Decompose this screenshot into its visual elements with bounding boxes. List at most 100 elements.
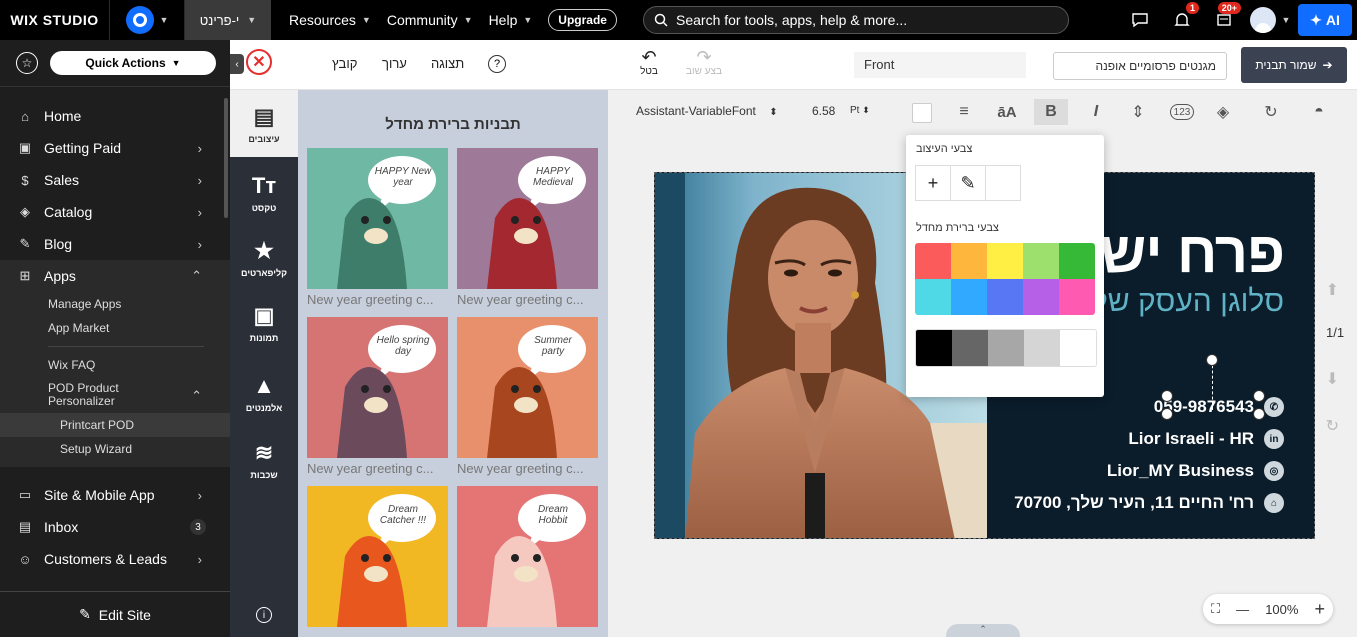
fit-screen-icon[interactable]: ⛶ [1211, 601, 1220, 617]
rotate-button[interactable]: ↻ [1260, 101, 1282, 123]
close-editor-button[interactable]: ✕ [246, 49, 272, 75]
card-linkedin[interactable]: Lior Israeli - HR in [1128, 429, 1284, 449]
nav-help[interactable]: Help ▼ [481, 12, 541, 28]
bottom-drawer-handle[interactable]: ⌃ [946, 624, 1020, 637]
sidebar-item-home[interactable]: ⌂ Home [0, 100, 230, 132]
grey-swatch[interactable] [916, 330, 952, 366]
eyedropper-button[interactable]: ✎ [950, 165, 986, 201]
color-swatch[interactable] [1059, 279, 1095, 315]
chat-button[interactable] [1119, 0, 1161, 40]
updates-button[interactable]: 20+ [1203, 0, 1245, 40]
menu-view[interactable]: תצוגה [431, 56, 464, 71]
resize-handle[interactable] [1253, 390, 1265, 402]
design-color-swatch[interactable] [985, 165, 1021, 201]
account-menu[interactable]: ▼ [1245, 0, 1295, 40]
text-color-swatch[interactable] [912, 103, 932, 123]
italic-button[interactable]: I [1085, 101, 1107, 123]
collapse-sidebar-button[interactable]: ‹ [230, 54, 244, 74]
grey-swatch[interactable] [1024, 330, 1060, 366]
template-thumbnail[interactable]: Summer party [457, 317, 598, 458]
undo-button[interactable]: ↶ בטל [629, 48, 669, 77]
quick-actions-button[interactable]: Quick Actions ▼ [50, 51, 216, 75]
star-icon[interactable]: ☆ [16, 52, 38, 74]
nav-resources[interactable]: Resources ▼ [281, 12, 379, 28]
zoom-in-button[interactable]: + [1314, 599, 1325, 620]
resize-handle[interactable] [1161, 390, 1173, 402]
wix-studio-logo[interactable]: WIX STUDIO [0, 0, 110, 40]
help-button[interactable]: ? [488, 55, 506, 73]
sidebar-item-site-mobile[interactable]: ▭ Site & Mobile App › [0, 479, 230, 511]
edit-site-button[interactable]: ✎ Edit Site [0, 591, 230, 637]
refresh-button[interactable]: ↻ [1326, 416, 1339, 436]
color-swatch[interactable] [915, 243, 951, 279]
font-size-input[interactable]: 6.58 [812, 104, 835, 118]
rotate-handle[interactable] [1206, 354, 1218, 366]
resize-handle[interactable] [1253, 408, 1265, 420]
tool-cliparts[interactable]: ★ קליפארטים [230, 238, 298, 278]
ai-button[interactable]: ✦ AI [1298, 4, 1352, 36]
product-name-field[interactable]: מגנטים פרסומיים אופנה [1053, 52, 1227, 80]
sidebar-sub-app-market[interactable]: App Market [0, 316, 230, 340]
sidebar-item-catalog[interactable]: ◈ Catalog › [0, 196, 230, 228]
sidebar-item-sales[interactable]: $ Sales › [0, 164, 230, 196]
grey-swatch[interactable] [988, 330, 1024, 366]
tool-layers[interactable]: ≋ שכבות [230, 440, 298, 480]
tool-elements[interactable]: ▲ אלמנטים [230, 373, 298, 413]
site-name-dropdown[interactable]: י-פרינט ▼ [185, 0, 271, 40]
zoom-out-button[interactable]: — [1236, 602, 1249, 617]
info-icon[interactable]: i [256, 607, 272, 623]
bold-button[interactable]: B [1034, 99, 1068, 125]
sidebar-sub-printcart[interactable]: Printcart POD [0, 413, 230, 437]
sidebar-sub-pod[interactable]: POD Product Personalizer ⌃ [0, 377, 230, 413]
color-swatch[interactable] [951, 243, 987, 279]
template-thumbnail[interactable]: HAPPY Medieval [457, 148, 598, 289]
template-thumbnail[interactable]: HAPPY New year [307, 148, 448, 289]
sidebar-item-customers[interactable]: ☺ Customers & Leads › [0, 543, 230, 575]
page-down-button[interactable]: ⬇ [1326, 369, 1339, 389]
color-swatch[interactable] [915, 279, 951, 315]
fill-button[interactable]: ◈ [1212, 101, 1234, 123]
line-height-button[interactable]: ⇕ [1127, 101, 1149, 123]
nav-community[interactable]: Community ▼ [379, 12, 481, 28]
resize-handle[interactable] [1161, 408, 1173, 420]
text-case-button[interactable]: āA [996, 101, 1018, 123]
save-template-button[interactable]: שמור תבנית ➔ [1241, 47, 1347, 83]
upgrade-button[interactable]: Upgrade [548, 9, 617, 31]
card-address[interactable]: רח' החיים 11, העיר שלך, 70700 ⌂ [1014, 493, 1284, 513]
tool-images[interactable]: ▣ תמונות [230, 303, 298, 343]
tool-text[interactable]: Tт טקסט [230, 173, 298, 213]
side-selector[interactable]: Front [854, 52, 1026, 78]
sidebar-item-apps[interactable]: ⊞ Apps ⌃ [0, 260, 230, 292]
add-color-button[interactable]: + [915, 165, 951, 201]
sidebar-scrollbar[interactable] [224, 98, 228, 218]
font-unit-selector[interactable]: Pt ⬍ [850, 105, 870, 116]
sidebar-sub-manage-apps[interactable]: Manage Apps [0, 292, 230, 316]
color-swatch[interactable] [987, 279, 1023, 315]
notifications-button[interactable]: 1 [1161, 0, 1203, 40]
tool-designs[interactable]: ▤ עיצובים [230, 90, 298, 157]
font-selector[interactable]: Assistant-VariableFont ⬍ [636, 104, 778, 118]
numbers-button[interactable]: 123 [1170, 104, 1194, 120]
menu-edit[interactable]: ערוך [382, 56, 407, 71]
align-button[interactable]: ≡ [953, 101, 975, 123]
color-swatch[interactable] [1023, 279, 1059, 315]
template-thumbnail[interactable]: Dream Hobbit [457, 486, 598, 627]
card-instagram[interactable]: Lior_MY Business ◎ [1107, 461, 1284, 481]
color-swatch[interactable] [1059, 243, 1095, 279]
sidebar-sub-setup-wizard[interactable]: Setup Wizard [0, 437, 230, 461]
opacity-button[interactable]: ◓ [1308, 101, 1330, 123]
sidebar-item-blog[interactable]: ✎ Blog › [0, 228, 230, 260]
card-slogan[interactable]: סלוגן העסק של [1092, 285, 1284, 319]
grey-swatch[interactable] [1060, 330, 1096, 366]
search-input[interactable]: Search for tools, apps, help & more... [643, 6, 1069, 34]
redo-button[interactable]: ↷ בצע שוב [684, 48, 724, 77]
site-switcher[interactable]: ▼ [110, 0, 185, 40]
sidebar-item-getting-paid[interactable]: ▣ Getting Paid › [0, 132, 230, 164]
menu-file[interactable]: קובץ [332, 56, 357, 71]
page-up-button[interactable]: ⬆ [1326, 280, 1339, 300]
color-swatch[interactable] [987, 243, 1023, 279]
sidebar-item-inbox[interactable]: ▤ Inbox 3 [0, 511, 230, 543]
template-thumbnail[interactable]: Hello spring day [307, 317, 448, 458]
template-thumbnail[interactable]: Dream Catcher !!! [307, 486, 448, 627]
color-swatch[interactable] [1023, 243, 1059, 279]
